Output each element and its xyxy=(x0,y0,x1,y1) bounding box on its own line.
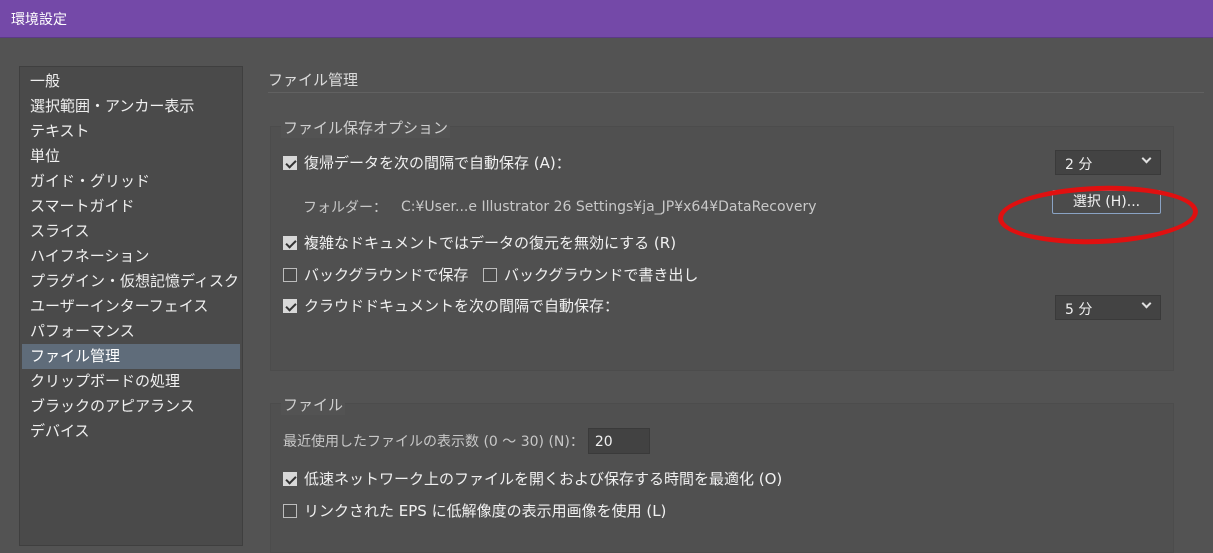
autosave-row[interactable]: 復帰データを次の間隔で自動保存 (A)： xyxy=(283,152,571,173)
recent-files-row: 最近使用したファイルの表示数 (0 〜 30) (N)： 20 xyxy=(283,428,650,454)
background-save-label: バックグラウンドで保存 xyxy=(304,266,469,284)
recent-files-label: 最近使用したファイルの表示数 (0 〜 30) (N)： xyxy=(283,434,584,450)
autosave-interval-dropdown[interactable]: 2 分 xyxy=(1055,150,1161,175)
autosave-checkbox[interactable] xyxy=(283,155,297,170)
background-export-checkbox[interactable] xyxy=(483,267,497,282)
cloud-autosave-interval-value: 5 分 xyxy=(1065,302,1093,318)
folder-label: フォルダー： xyxy=(303,200,387,216)
autosave-label: 復帰データを次の間隔で自動保存 (A)： xyxy=(304,154,571,172)
recent-files-input[interactable]: 20 xyxy=(587,428,650,454)
optimize-network-row[interactable]: 低速ネットワーク上のファイルを開くおよび保存する時間を最適化 (O) xyxy=(283,468,782,489)
background-export-row[interactable]: バックグラウンドで書き出し xyxy=(483,264,698,285)
sidebar-item-general[interactable]: 一般 xyxy=(22,69,240,94)
sidebar-item-plugins-scratch-disks[interactable]: プラグイン・仮想記憶ディスク xyxy=(22,269,240,294)
sidebar-item-smart-guides[interactable]: スマートガイド xyxy=(22,194,240,219)
select-folder-button[interactable]: 選択 (H)... xyxy=(1052,190,1161,214)
sidebar-item-guides-grid[interactable]: ガイド・グリッド xyxy=(22,169,240,194)
sidebar-item-file-handling[interactable]: ファイル管理 xyxy=(22,344,240,369)
window-title: 環境設定 xyxy=(11,12,67,28)
cloud-autosave-interval-dropdown[interactable]: 5 分 xyxy=(1055,295,1161,320)
sidebar-item-type[interactable]: テキスト xyxy=(22,119,240,144)
sidebar-item-devices[interactable]: デバイス xyxy=(22,419,240,444)
sidebar-item-black-appearance[interactable]: ブラックのアピアランス xyxy=(22,394,240,419)
low-res-eps-label: リンクされた EPS に低解像度の表示用画像を使用 (L) xyxy=(304,502,667,520)
sidebar-item-slices[interactable]: スライス xyxy=(22,219,240,244)
sidebar-item-units[interactable]: 単位 xyxy=(22,144,240,169)
page-title-divider xyxy=(268,92,1204,93)
preferences-sidebar: 一般 選択範囲・アンカー表示 テキスト 単位 ガイド・グリッド スマートガイド … xyxy=(19,66,243,546)
chevron-down-icon xyxy=(1141,298,1152,309)
sidebar-item-selection-anchor[interactable]: 選択範囲・アンカー表示 xyxy=(22,94,240,119)
optimize-network-checkbox[interactable] xyxy=(283,471,297,486)
cloud-autosave-row[interactable]: クラウドドキュメントを次の間隔で自動保存： xyxy=(283,295,619,316)
sidebar-item-user-interface[interactable]: ユーザーインターフェイス xyxy=(22,294,240,319)
background-save-row[interactable]: バックグラウンドで保存 xyxy=(283,264,468,285)
autosave-interval-value: 2 分 xyxy=(1065,157,1093,173)
chevron-down-icon xyxy=(1141,153,1152,164)
window-titlebar: 環境設定 xyxy=(0,0,1213,38)
folder-path: C:¥User...e Illustrator 26 Settings¥ja_J… xyxy=(401,199,817,215)
sidebar-item-hyphenation[interactable]: ハイフネーション xyxy=(22,244,240,269)
cloud-autosave-label: クラウドドキュメントを次の間隔で自動保存： xyxy=(304,297,620,315)
optimize-network-label: 低速ネットワーク上のファイルを開くおよび保存する時間を最適化 (O) xyxy=(304,470,783,488)
background-save-checkbox[interactable] xyxy=(283,267,297,282)
files-group-title: ファイル xyxy=(281,394,346,415)
disable-complex-row[interactable]: 複雑なドキュメントではデータの復元を無効にする (R) xyxy=(283,232,676,253)
background-export-label: バックグラウンドで書き出し xyxy=(504,266,699,284)
page-title: ファイル管理 xyxy=(268,71,359,89)
disable-complex-label: 複雑なドキュメントではデータの復元を無効にする (R) xyxy=(304,234,677,252)
file-save-options-title: ファイル保存オプション xyxy=(281,117,451,138)
cloud-autosave-checkbox[interactable] xyxy=(283,298,297,313)
folder-row: フォルダー： C:¥User...e Illustrator 26 Settin… xyxy=(303,197,817,217)
preferences-content: 一般 選択範囲・アンカー表示 テキスト 単位 ガイド・グリッド スマートガイド … xyxy=(0,38,1213,553)
low-res-eps-checkbox[interactable] xyxy=(283,503,297,518)
sidebar-item-clipboard[interactable]: クリップボードの処理 xyxy=(22,369,240,394)
sidebar-item-performance[interactable]: パフォーマンス xyxy=(22,319,240,344)
disable-complex-checkbox[interactable] xyxy=(283,235,297,250)
low-res-eps-row[interactable]: リンクされた EPS に低解像度の表示用画像を使用 (L) xyxy=(283,500,666,521)
